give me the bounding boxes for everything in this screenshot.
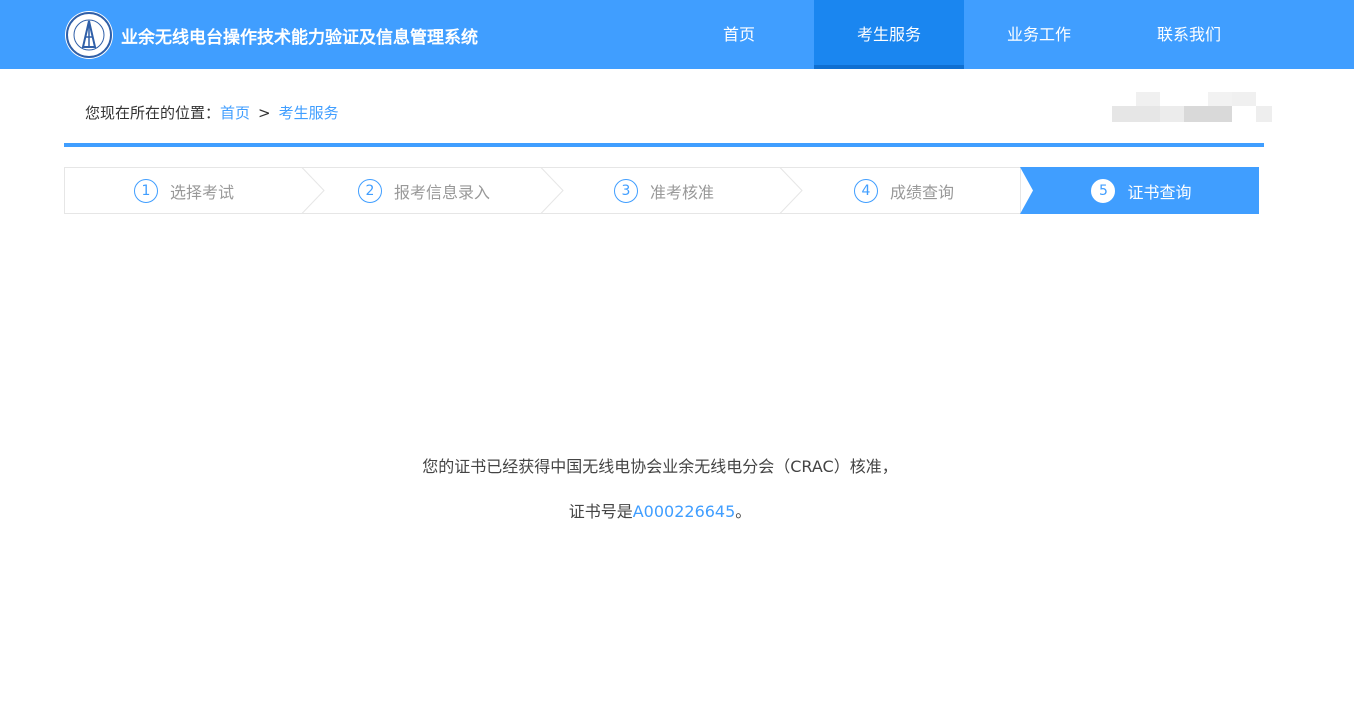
step-admission-approval[interactable]: 3 准考核准	[544, 167, 784, 214]
site-logo[interactable]	[65, 11, 113, 59]
step-label: 证书查询	[1127, 182, 1192, 202]
step-score-query[interactable]: 4 成绩查询	[784, 167, 1024, 214]
certificate-number-line: 证书号是A000226645。	[0, 498, 1320, 522]
step-certificate-query[interactable]: 5 证书查询	[1024, 167, 1259, 214]
nav-item-business[interactable]: 业务工作	[964, 0, 1114, 69]
step-number: 1	[133, 178, 158, 203]
breadcrumb-separator: >	[258, 104, 271, 122]
breadcrumb-prefix: 您现在所在的位置：	[85, 104, 221, 122]
step-label: 选择考试	[169, 182, 234, 202]
main-nav: 首页 考生服务 业务工作 联系我们	[664, 0, 1264, 69]
step-select-exam[interactable]: 1 选择考试	[64, 167, 304, 214]
step-number: 5	[1091, 178, 1116, 203]
certificate-number[interactable]: A000226645	[633, 502, 736, 521]
breadcrumb: 您现在所在的位置：首页 > 考生服务	[85, 102, 339, 123]
logo-emblem-icon	[66, 12, 112, 58]
section-divider	[64, 143, 1264, 147]
step-label: 成绩查询	[889, 182, 954, 202]
site-title: 业余无线电台操作技术能力验证及信息管理系统	[121, 28, 478, 48]
step-label: 报考信息录入	[393, 182, 490, 202]
step-registration-info[interactable]: 2 报考信息录入	[304, 167, 544, 214]
certificate-number-prefix: 证书号是	[568, 502, 633, 521]
breadcrumb-current-link[interactable]: 考生服务	[279, 104, 339, 122]
nav-item-home[interactable]: 首页	[664, 0, 814, 69]
certificate-number-suffix: 。	[735, 502, 752, 521]
step-number: 3	[613, 178, 638, 203]
nav-item-candidate-service[interactable]: 考生服务	[814, 0, 964, 69]
step-number: 2	[357, 178, 382, 203]
nav-item-contact[interactable]: 联系我们	[1114, 0, 1264, 69]
step-label: 准考核准	[649, 182, 714, 202]
user-info-redacted	[1112, 92, 1272, 122]
breadcrumb-home-link[interactable]: 首页	[220, 104, 250, 122]
step-number: 4	[853, 178, 878, 203]
certificate-approved-message: 您的证书已经获得中国无线电协会业余无线电分会（CRAC）核准，	[422, 457, 898, 476]
top-header: 业余无线电台操作技术能力验证及信息管理系统 首页 考生服务 业务工作 联系我们	[0, 0, 1354, 69]
progress-steps: 1 选择考试 2 报考信息录入 3 准考核准 4 成绩查询 5 证书查询	[64, 167, 1259, 214]
